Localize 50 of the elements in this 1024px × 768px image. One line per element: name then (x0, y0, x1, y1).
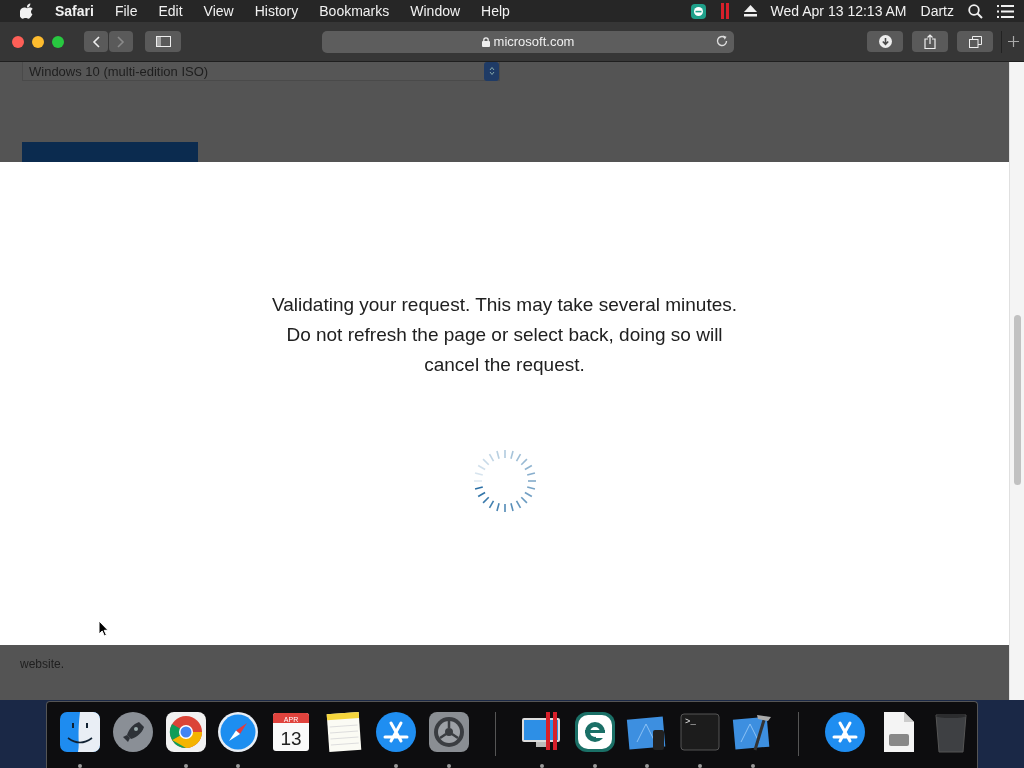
app-store-icon[interactable] (823, 710, 868, 754)
share-button[interactable] (912, 31, 948, 52)
gear-icon[interactable] (427, 710, 472, 754)
menu-item[interactable]: Edit (158, 3, 183, 19)
plus-icon (1007, 36, 1019, 47)
menu-icon[interactable] (997, 4, 1014, 18)
menu-item[interactable]: Help (481, 3, 510, 19)
chrome-icon[interactable] (163, 710, 208, 754)
menu-item[interactable]: View (203, 3, 234, 19)
terminal-icon[interactable]: >_ (677, 710, 722, 754)
clock[interactable]: Wed Apr 13 12:13 AM (770, 3, 907, 19)
search-icon[interactable] (968, 3, 983, 19)
menu-item[interactable]: Window (410, 3, 461, 19)
apple-menu-icon[interactable] (20, 3, 34, 19)
rocket-icon[interactable] (111, 710, 156, 754)
url-text: microsoft.com (493, 34, 575, 49)
select-value: Windows 10 (multi-edition ISO) (29, 63, 209, 79)
parallels-status-icon[interactable] (719, 3, 730, 19)
scroll-thumb[interactable] (1014, 315, 1021, 485)
chevrons-icon (488, 66, 495, 76)
download-icon (878, 35, 892, 48)
lock-icon (481, 36, 490, 47)
status-message: Validating your request. This may take several minutes. Do not refresh the page or select back, doing so will cancel the request. (271, 293, 738, 377)
tabs-icon (968, 35, 982, 48)
mouse-cursor-icon (98, 620, 109, 637)
reload-icon[interactable] (716, 34, 728, 47)
eset-icon[interactable] (572, 710, 617, 754)
app-menu[interactable]: Safari (55, 3, 94, 19)
back-icon (92, 35, 100, 48)
scrollbar[interactable] (1009, 62, 1024, 700)
share-icon (924, 34, 936, 49)
finder-icon[interactable] (58, 710, 103, 754)
sidebar-button[interactable] (145, 31, 181, 52)
menu-item[interactable]: Bookmarks (319, 3, 390, 19)
menu-item[interactable]: History (254, 3, 299, 19)
eject-icon[interactable] (743, 5, 757, 17)
tab-overview-button[interactable] (957, 31, 993, 52)
address-bar[interactable]: microsoft.com (322, 30, 734, 53)
sidebar-icon (155, 36, 171, 47)
back-button[interactable] (84, 31, 108, 52)
user-name[interactable]: Dartz (920, 3, 954, 19)
downloads-button[interactable] (867, 31, 903, 52)
minimize-button[interactable] (32, 35, 44, 48)
app-store-icon[interactable] (374, 710, 419, 754)
close-button[interactable] (12, 35, 24, 48)
compass-icon[interactable] (216, 710, 261, 754)
eset-status-icon[interactable] (690, 3, 706, 19)
zoom-button[interactable] (52, 35, 64, 48)
menu-item[interactable]: File (114, 3, 138, 19)
loading-spinner-icon (471, 448, 538, 514)
